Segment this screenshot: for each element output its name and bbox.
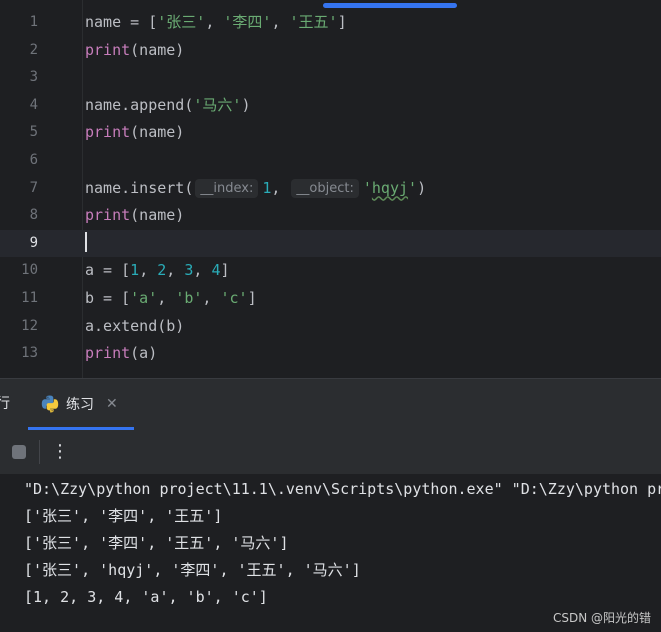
- code-token: ,: [271, 178, 290, 197]
- toolbar-separator: [39, 440, 40, 464]
- line-number: 11: [21, 290, 38, 306]
- code-text: print(a): [85, 340, 157, 367]
- watermark: CSDN @阳光的错: [552, 611, 651, 625]
- code-token: 1: [262, 178, 272, 197]
- code-token: name = [: [85, 13, 158, 31]
- tab-run-config[interactable]: 练习 ✕: [40, 391, 118, 417]
- editor-line[interactable]: 3: [0, 64, 661, 91]
- tab-run-partial[interactable]: 行: [0, 393, 10, 413]
- code-token: 1: [130, 261, 140, 280]
- code-token: '张三': [157, 13, 206, 31]
- editor-line[interactable]: 4 name.append('马六'): [0, 92, 661, 119]
- code-token: ,: [202, 289, 221, 307]
- run-console-output[interactable]: "D:\Zzy\python project\11.1\.venv\Script…: [0, 474, 661, 632]
- code-token: ): [417, 178, 427, 197]
- editor-line[interactable]: 2 print(name): [0, 37, 661, 64]
- stop-icon[interactable]: [12, 445, 26, 459]
- code-token: name.append(: [85, 95, 194, 114]
- line-number: 8: [29, 207, 38, 224]
- editor-line[interactable]: 8 print(name): [0, 202, 661, 229]
- code-token: ): [241, 95, 251, 114]
- editor-line[interactable]: 6: [0, 147, 661, 174]
- code-token: ,: [166, 261, 185, 280]
- code-text: a.extend(b): [85, 313, 184, 340]
- code-token: print: [85, 40, 131, 59]
- editor-line[interactable]: 7 name.insert(__index: 1, __object:'hqyj'): [0, 175, 661, 202]
- editor-line[interactable]: 10 a = [1, 2, 3, 4]: [0, 257, 661, 284]
- code-text: a = [1, 2, 3, 4]: [85, 257, 230, 284]
- code-token: ]: [247, 289, 257, 307]
- editor-scroll-indicator[interactable]: [323, 3, 457, 8]
- code-text: name.append('马六'): [85, 92, 250, 119]
- code-token: ': [408, 178, 418, 197]
- parameter-hint: __object:: [291, 178, 359, 198]
- console-line: "D:\Zzy\python project\11.1\.venv\Script…: [24, 480, 661, 498]
- code-token: (name): [130, 40, 185, 59]
- code-token: print: [85, 206, 131, 225]
- code-token: ]: [337, 13, 347, 31]
- code-token: (a): [130, 344, 158, 363]
- code-text: name = ['张三', '李四', '王五']: [85, 9, 347, 36]
- code-token: ': [362, 178, 372, 197]
- code-text: print(name): [85, 37, 184, 64]
- code-token: print: [85, 344, 131, 363]
- line-number: 7: [29, 179, 38, 196]
- code-token: '李四': [223, 13, 272, 31]
- code-token: 2: [157, 261, 167, 280]
- line-number: 6: [29, 152, 38, 168]
- code-token: ,: [271, 13, 290, 31]
- python-icon: [41, 395, 59, 413]
- code-text: name.insert(__index: 1, __object:'hqyj'): [85, 175, 426, 202]
- console-line: ['张三', 'hqyj', '李四', '王五', '马六']: [24, 561, 361, 579]
- line-number: 5: [29, 124, 38, 141]
- line-number: 9: [29, 234, 38, 251]
- code-text: b = ['a', 'b', 'c']: [85, 285, 257, 312]
- code-token: b = [: [85, 289, 131, 307]
- code-token: '王五': [289, 13, 338, 31]
- code-token: name.insert(: [85, 178, 194, 197]
- code-token: a.extend(b): [85, 316, 185, 335]
- code-token: 'a': [130, 289, 158, 307]
- line-number: 12: [21, 317, 38, 334]
- editor-line[interactable]: 5 print(name): [0, 119, 661, 146]
- text-caret: [85, 231, 87, 252]
- code-text: [85, 230, 87, 257]
- code-token: a = [: [85, 261, 131, 280]
- more-options-icon[interactable]: ⋮: [51, 440, 69, 464]
- editor-line[interactable]: 1 name = ['张三', '李四', '王五']: [0, 9, 661, 36]
- code-token: print: [85, 123, 131, 142]
- line-number: 3: [29, 69, 38, 86]
- editor-line[interactable]: 12 a.extend(b): [0, 313, 661, 340]
- console-line: ['张三', '李四', '王五', '马六']: [24, 534, 289, 552]
- run-toolbar: ⋮: [0, 430, 661, 474]
- line-number: 2: [29, 41, 38, 58]
- run-tool-window-tabs: 行 练习 ✕: [0, 379, 661, 430]
- line-number: 13: [21, 345, 38, 362]
- code-token: ,: [193, 261, 212, 280]
- console-line: [1, 2, 3, 4, 'a', 'b', 'c']: [24, 588, 268, 606]
- code-token: (name): [130, 123, 185, 142]
- code-token: 'c': [220, 289, 248, 307]
- line-number: 1: [29, 14, 38, 30]
- line-number: 4: [29, 96, 38, 113]
- editor-line[interactable]: 13 print(a): [0, 340, 661, 367]
- code-token: 'b': [175, 289, 203, 307]
- console-line: ['张三', '李四', '王五']: [24, 507, 223, 525]
- editor-line[interactable]: 11 b = ['a', 'b', 'c']: [0, 285, 661, 312]
- code-token: ,: [157, 289, 176, 307]
- code-text: print(name): [85, 119, 184, 146]
- code-editor[interactable]: 1 name = ['张三', '李四', '王五'] 2 print(name) 3 4…: [0, 0, 661, 378]
- editor-line[interactable]: 9: [0, 229, 661, 257]
- close-icon[interactable]: ✕: [106, 396, 118, 412]
- tab-label: 练习: [66, 397, 94, 413]
- code-token: ,: [205, 13, 224, 31]
- code-token: ]: [220, 261, 230, 280]
- code-token: ,: [139, 261, 158, 280]
- code-text: print(name): [85, 202, 184, 229]
- code-token: (name): [130, 206, 185, 225]
- line-number: 10: [21, 262, 38, 279]
- code-token: hqyj: [371, 178, 409, 197]
- code-token: '马六': [193, 95, 242, 114]
- parameter-hint: __index:: [195, 178, 259, 198]
